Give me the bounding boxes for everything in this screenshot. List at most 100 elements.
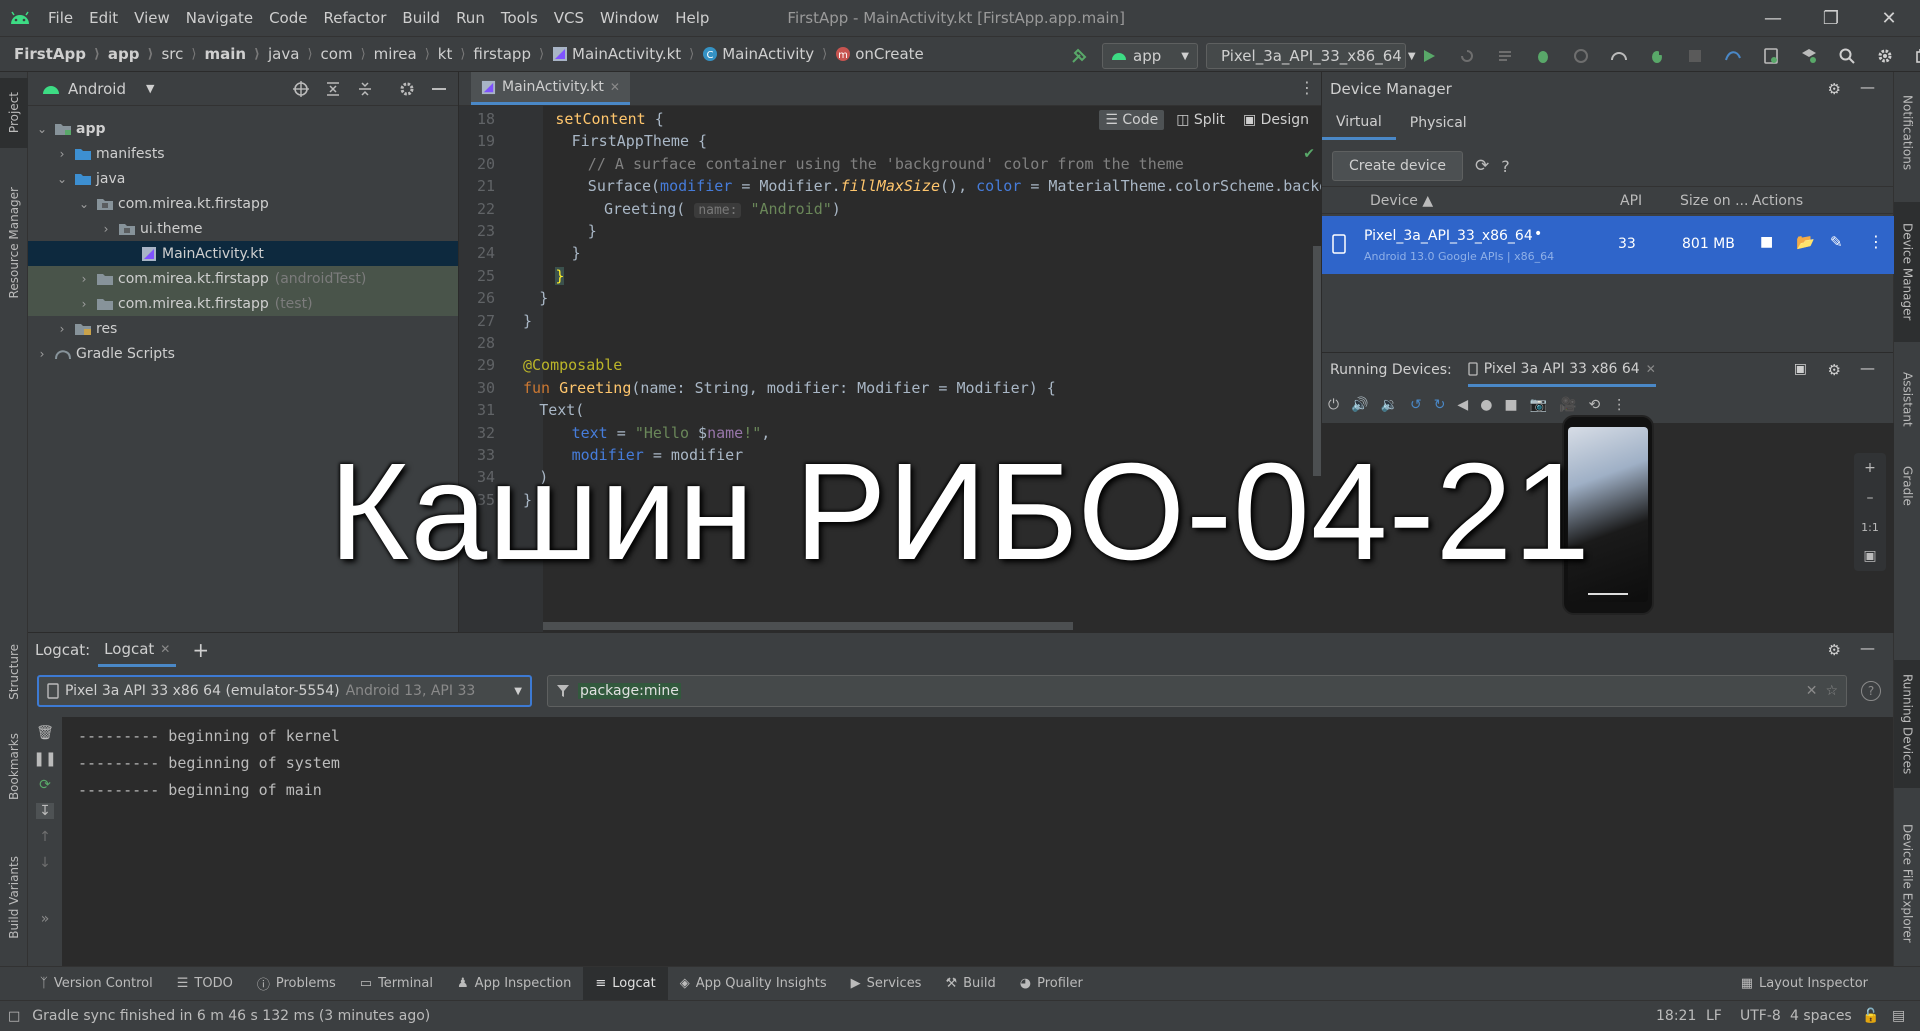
tab-virtual[interactable]: Virtual	[1322, 106, 1396, 140]
clear-filter-icon[interactable]: ✕	[1806, 683, 1818, 699]
chevron-right-icon[interactable]: ›	[76, 297, 92, 311]
locate-file-icon[interactable]	[290, 78, 312, 100]
run-icon[interactable]	[1414, 41, 1444, 71]
zoom-actual-size[interactable]: 1:1	[1861, 521, 1879, 534]
help-icon[interactable]: ?	[1861, 681, 1881, 701]
screen-record-icon[interactable]: 🎥	[1559, 397, 1576, 413]
tab-physical[interactable]: Physical	[1396, 106, 1481, 140]
code-view-button[interactable]: ☰ Code	[1099, 110, 1165, 130]
screenshot-camera-icon[interactable]: 📷	[1530, 397, 1547, 413]
sync-gradle-icon[interactable]	[1718, 41, 1748, 71]
tool-terminal[interactable]: ▭ Terminal	[348, 967, 445, 1000]
attach-debugger-icon[interactable]	[1604, 41, 1634, 71]
zoom-fit-icon[interactable]: ▣	[1863, 548, 1876, 564]
notifications-tool-tab[interactable]: Notifications	[1894, 78, 1920, 188]
apply-code-changes-icon[interactable]	[1490, 41, 1520, 71]
window-layout-icon[interactable]: ▣	[1794, 361, 1807, 377]
expand-all-icon[interactable]	[322, 78, 344, 100]
design-view-button[interactable]: ▣ Design	[1237, 110, 1315, 130]
panel-settings-gear-icon[interactable]: ⚙	[1828, 641, 1841, 659]
split-view-button[interactable]: ◫ Split	[1170, 110, 1231, 130]
chevron-down-icon[interactable]: ▼	[514, 686, 522, 697]
snapshot-icon[interactable]: ⟲	[1589, 397, 1601, 413]
breadcrumb-java[interactable]: java ⟩	[260, 45, 313, 63]
tree-item-java[interactable]: ⌄ java	[28, 166, 458, 191]
rotate-right-icon[interactable]: ↻	[1434, 397, 1446, 413]
column-api[interactable]: API	[1620, 187, 1642, 215]
panel-settings-gear-icon[interactable]	[396, 78, 418, 100]
bookmarks-tool-tab[interactable]: Bookmarks	[0, 722, 28, 812]
vertical-scrollbar[interactable]	[1313, 246, 1321, 476]
hide-panel-icon[interactable]: —	[1860, 78, 1875, 96]
horizontal-scrollbar[interactable]	[543, 622, 1073, 630]
favorite-star-icon[interactable]: ☆	[1825, 683, 1838, 699]
menu-tools[interactable]: Tools	[493, 9, 546, 27]
close-tab-icon[interactable]: ✕	[1646, 362, 1656, 376]
rotate-left-icon[interactable]: ↺	[1410, 397, 1422, 413]
zoom-in-icon[interactable]: +	[1864, 460, 1876, 476]
up-arrow-icon[interactable]: ↑	[39, 829, 51, 845]
overview-icon[interactable]: ■	[1504, 397, 1517, 413]
menu-navigate[interactable]: Navigate	[178, 9, 261, 27]
zoom-out-icon[interactable]: –	[1867, 490, 1874, 506]
sdk-manager-icon[interactable]	[1794, 41, 1824, 71]
logcat-output[interactable]: --------- beginning of kernel --------- …	[62, 717, 1893, 967]
gradle-tool-tab[interactable]: Gradle	[1894, 448, 1920, 524]
tree-item-app[interactable]: ⌄ app	[28, 116, 458, 141]
file-encoding[interactable]: UTF-8	[1740, 1008, 1781, 1024]
attach-process-icon[interactable]	[1642, 41, 1672, 71]
apply-changes-icon[interactable]	[1452, 41, 1482, 71]
tool-profiler[interactable]: ◕ Profiler	[1008, 967, 1095, 1000]
no-problems-check-icon[interactable]: ✔	[1303, 146, 1315, 162]
column-actions[interactable]: Actions	[1752, 187, 1803, 215]
more-options-icon[interactable]: ⋮	[1612, 397, 1626, 413]
code-editor[interactable]: 18 setContent {19 FirstAppTheme {20 // A su…	[459, 106, 1321, 632]
breadcrumb-firstapp[interactable]: firstapp ⟩	[465, 45, 544, 63]
search-icon[interactable]	[1832, 41, 1862, 71]
chevron-right-icon[interactable]: ›	[76, 272, 92, 286]
settings-gear-icon[interactable]	[1870, 41, 1900, 71]
chevron-down-icon[interactable]: ⌄	[54, 172, 70, 186]
chevron-right-icon[interactable]: ›	[34, 347, 50, 361]
tool-layout-inspector[interactable]: ▦ Layout Inspector	[1729, 967, 1880, 1000]
open-folder-icon[interactable]: 📂	[1796, 233, 1815, 251]
hide-panel-icon[interactable]: —	[1860, 359, 1875, 377]
device-manager-tool-tab[interactable]: Device Manager	[1894, 202, 1920, 342]
close-tab-icon[interactable]: ✕	[160, 642, 170, 656]
minimize-icon[interactable]: —	[1750, 0, 1796, 36]
device-manager-icon[interactable]	[1756, 41, 1786, 71]
create-device-button[interactable]: Create device	[1332, 151, 1463, 181]
make-project-icon[interactable]	[1064, 41, 1094, 71]
volume-down-icon[interactable]: 🔉	[1381, 397, 1398, 413]
logcat-device-select[interactable]: Pixel 3a API 33 x86 64 (emulator-5554) A…	[37, 675, 532, 707]
project-view-select[interactable]: Android	[68, 80, 126, 98]
menu-run[interactable]: Run	[448, 9, 493, 27]
tree-item-android-test[interactable]: › com.mirea.kt.firstapp (androidTest)	[28, 266, 458, 291]
panel-settings-gear-icon[interactable]: ⚙	[1828, 361, 1841, 379]
more-chevron-icon[interactable]: »	[41, 911, 50, 927]
pause-icon[interactable]: ❚❚	[33, 751, 56, 767]
menu-edit[interactable]: Edit	[81, 9, 126, 27]
indent-setting[interactable]: 4 spaces	[1790, 1008, 1852, 1024]
tree-item-ui-theme[interactable]: › ui.theme	[28, 216, 458, 241]
tool-app-quality-insights[interactable]: ◈ App Quality Insights	[668, 967, 839, 1000]
logcat-filter-input[interactable]: package:mine ✕ ☆	[547, 675, 1847, 707]
device-screen[interactable]	[1562, 415, 1654, 615]
tree-item-test[interactable]: › com.mirea.kt.firstapp (test)	[28, 291, 458, 316]
tool-app-inspection[interactable]: ♟ App Inspection	[445, 967, 583, 1000]
back-icon[interactable]: ◀	[1457, 397, 1468, 413]
breadcrumb-method[interactable]: m onCreate	[827, 45, 924, 63]
power-icon[interactable]: ⏻	[1328, 397, 1339, 413]
tool-logcat[interactable]: ≡ Logcat	[583, 967, 668, 1000]
breadcrumb-kt[interactable]: kt ⟩	[430, 45, 466, 63]
tool-version-control[interactable]: ᛉ Version Control	[0, 967, 165, 1000]
help-icon[interactable]: ?	[1501, 157, 1510, 176]
menu-window[interactable]: Window	[592, 9, 667, 27]
memory-indicator-icon[interactable]: ▤	[1892, 1008, 1905, 1024]
close-icon[interactable]: ✕	[1866, 0, 1912, 36]
restore-icon[interactable]: ❐	[1808, 0, 1854, 36]
chevron-down-icon[interactable]: ⌄	[76, 197, 92, 211]
menu-view[interactable]: View	[126, 9, 178, 27]
scroll-to-end-icon[interactable]: ↧	[36, 803, 54, 819]
device-file-explorer-tool-tab[interactable]: Device File Explorer	[1894, 808, 1920, 958]
